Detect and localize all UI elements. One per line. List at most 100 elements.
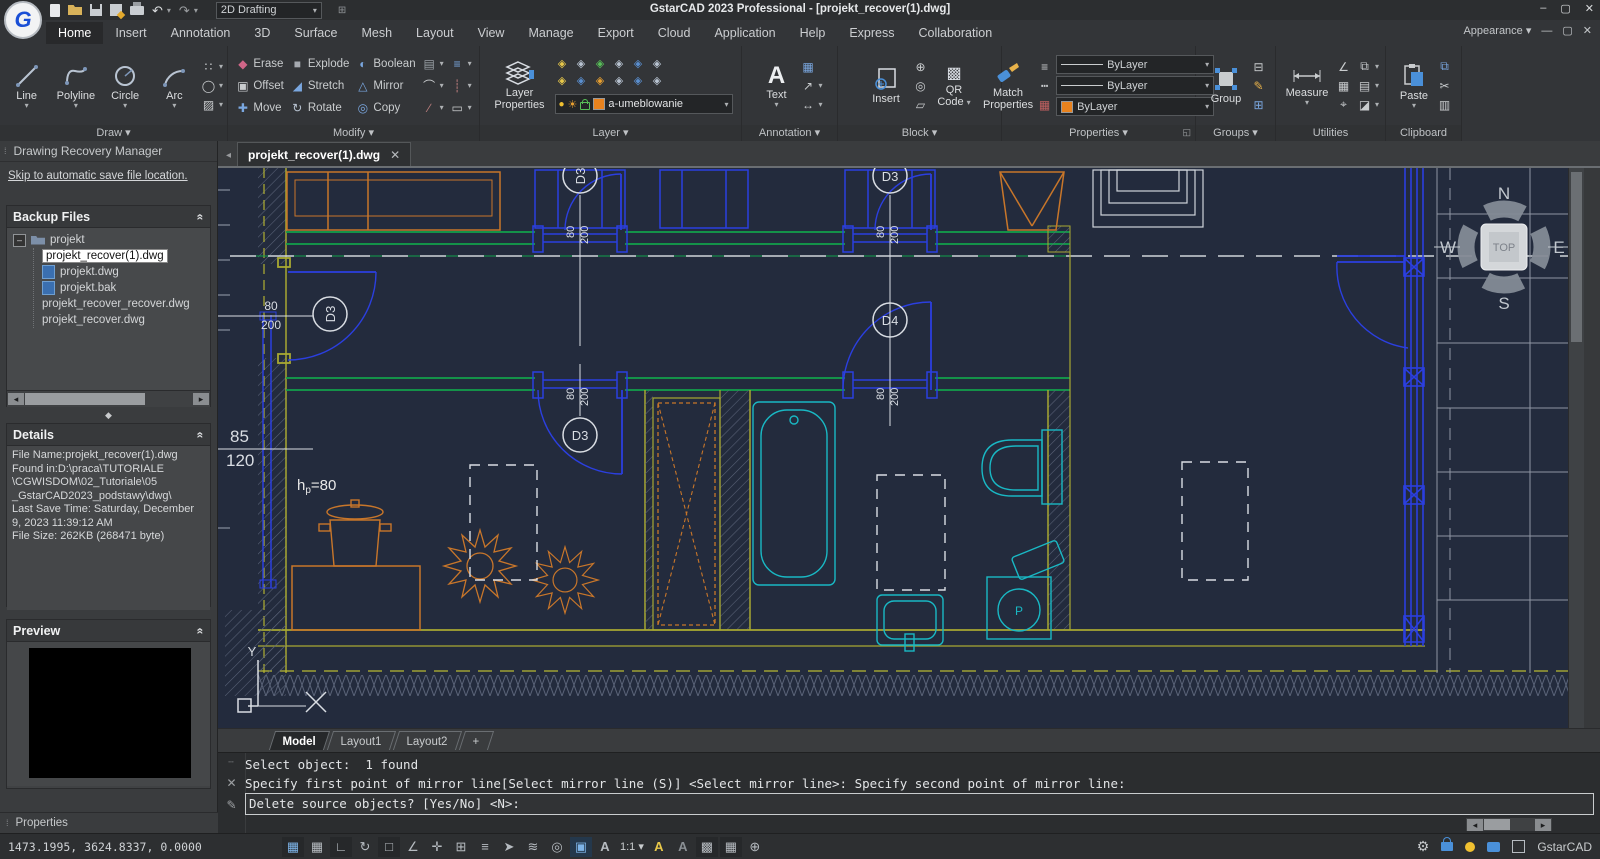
settings-gear-icon[interactable]: ⚙ [1417, 838, 1430, 855]
tab-3d[interactable]: 3D [242, 22, 282, 44]
horizontal-scrollbar[interactable]: ◂ ▸ [7, 390, 210, 407]
lineweight-list-icon[interactable]: ≡ [1037, 60, 1052, 74]
explode-button[interactable]: ■Explode [290, 56, 350, 72]
collapse-icon[interactable]: « [194, 627, 208, 634]
hatch-background-icon[interactable]: ▩ [696, 837, 718, 857]
scale-select[interactable]: 1:1 ▾ [620, 840, 644, 853]
open-file-icon[interactable] [68, 5, 82, 15]
panel-label-draw[interactable]: Draw ▾ [0, 125, 227, 141]
boolean-button[interactable]: ◐Boolean [355, 56, 415, 72]
tree-item[interactable]: projekt_recover_recover.dwg [42, 296, 210, 312]
close-tab-icon[interactable]: ✕ [390, 148, 400, 162]
tree-item[interactable]: projekt.dwg [42, 264, 210, 280]
clean-screen-icon[interactable]: ⊕ [744, 837, 766, 857]
copy-clip-icon[interactable]: ⧉ [1437, 59, 1452, 74]
text-button[interactable]: A Text▾ [756, 64, 796, 107]
match-properties-button[interactable]: Match Properties [983, 60, 1033, 111]
layer-off-icon[interactable]: ◈ [555, 57, 570, 74]
distance-icon[interactable]: ∠ [1336, 60, 1351, 74]
undo-icon[interactable]: ↶ [152, 4, 163, 17]
layer-lock-icon[interactable]: ◈ [593, 74, 608, 91]
tree-item[interactable]: projekt.bak [42, 280, 210, 296]
mirror-button[interactable]: △Mirror [355, 78, 415, 94]
tab-mesh[interactable]: Mesh [349, 22, 404, 44]
panel-label-groups[interactable]: Groups ▾ [1196, 125, 1275, 141]
layer-current-icon[interactable]: ◈ [612, 74, 627, 91]
properties-collapsed-bar[interactable]: ⁞ Properties [0, 812, 218, 833]
calculator-icon[interactable]: ▦ [1336, 79, 1351, 93]
collapse-node-icon[interactable]: – [13, 234, 26, 247]
save-as-icon[interactable] [110, 4, 122, 16]
close-button[interactable]: ✕ [1585, 2, 1594, 15]
color-list-icon[interactable]: ▦ [1037, 98, 1052, 112]
tab-layout1[interactable]: Layout1 [327, 731, 396, 750]
scroll-right-icon[interactable]: ▸ [193, 393, 209, 405]
align-dropdown[interactable]: ≡▾ [450, 56, 472, 72]
point-tools-icon[interactable]: ∷ [201, 60, 216, 74]
scale-dropdown[interactable]: ▭▾ [450, 100, 472, 116]
erase-button[interactable]: ◆Erase [235, 56, 283, 72]
skip-autosave-link[interactable]: Skip to automatic save file location. [8, 170, 188, 182]
toolbar-options-icon[interactable]: ⊞ [338, 5, 346, 16]
group-edit-icon[interactable]: ✎ [1251, 79, 1266, 93]
tab-cloud[interactable]: Cloud [646, 22, 703, 44]
lineweight-toggle-icon[interactable]: ≡ [474, 837, 496, 857]
isolate-objects-icon[interactable]: ≋ [522, 837, 544, 857]
layer-match-icon[interactable]: ◈ [574, 74, 589, 91]
polyline-button[interactable]: Polyline▾ [53, 63, 98, 108]
redo-icon[interactable]: ↷ [179, 4, 190, 17]
ui-lock-icon[interactable] [1441, 842, 1453, 851]
paste-special-icon[interactable]: ▤ [1357, 79, 1372, 93]
feedback-chat-icon[interactable] [1487, 842, 1500, 852]
id-point-icon[interactable]: ⌖ [1336, 97, 1351, 112]
layer-on-icon[interactable]: ◈ [631, 57, 646, 74]
doc-restore-button[interactable]: ▢ [1562, 24, 1572, 37]
doc-minimize-button[interactable]: — [1541, 25, 1552, 37]
tab-home[interactable]: Home [46, 22, 103, 44]
layer-copy-icon[interactable]: ◈ [631, 74, 646, 91]
panel-label-properties[interactable]: Properties ▾◱ [1002, 125, 1195, 141]
doc-close-button[interactable]: ✕ [1583, 24, 1592, 37]
close-commandline-icon[interactable]: ✕ [226, 776, 236, 790]
trim-dropdown[interactable]: ∕▾ [422, 100, 444, 116]
dynamic-ucs-icon[interactable]: ⊞ [450, 837, 472, 857]
edit-icon[interactable]: ✎ [226, 798, 236, 812]
panel-label-clipboard[interactable]: Clipboard [1386, 125, 1461, 141]
define-attribute-icon[interactable]: ⊕ [913, 60, 928, 74]
document-tab[interactable]: projekt_recover(1).dwg ✕ [237, 142, 411, 166]
tab-scroll-left-icon[interactable]: ◂ [218, 150, 237, 166]
layer-walk-icon[interactable]: ◈ [650, 57, 665, 74]
annotation-visibility-icon[interactable]: A [648, 837, 670, 857]
polar-tracking-icon[interactable]: ↻ [354, 837, 376, 857]
fillet-dropdown[interactable]: ⌒▾ [422, 78, 444, 94]
collapse-icon[interactable]: « [194, 431, 208, 438]
tab-new-layout[interactable]: + [459, 731, 494, 750]
stretch-button[interactable]: ◢Stretch [290, 78, 350, 94]
app-logo-icon[interactable]: G [4, 1, 42, 39]
restore-button[interactable]: ▢ [1560, 2, 1570, 15]
canvas-vscrollbar[interactable] [1568, 168, 1585, 728]
paste-button[interactable]: Paste▾ [1395, 63, 1433, 108]
block-editor-icon[interactable]: ◎ [913, 79, 928, 93]
tab-manage[interactable]: Manage [516, 22, 585, 44]
details-header[interactable]: Details « [7, 424, 210, 446]
table-cells-icon[interactable]: ▦ [720, 837, 742, 857]
copy-button[interactable]: ◎Copy [355, 100, 415, 116]
panel-splitter[interactable]: ◆ [0, 409, 217, 421]
move-button[interactable]: ✚Move [235, 100, 283, 116]
panel-label-utilities[interactable]: Utilities [1276, 125, 1385, 141]
tab-collaboration[interactable]: Collaboration [906, 22, 1004, 44]
tab-view[interactable]: View [466, 22, 517, 44]
table-icon[interactable]: ▦ [800, 60, 815, 74]
scroll-left-icon[interactable]: ◂ [8, 393, 24, 405]
layer-thaw-icon[interactable]: ◈ [555, 74, 570, 91]
insert-button[interactable]: Insert [863, 66, 909, 105]
offset-button[interactable]: ▣Offset [235, 78, 283, 94]
tree-root-folder[interactable]: – projekt [13, 232, 210, 248]
array-dropdown[interactable]: ▤▾ [422, 56, 444, 72]
preview-header[interactable]: Preview « [7, 620, 210, 642]
save-icon[interactable] [90, 4, 102, 16]
hatch-tools-icon[interactable]: ▨ [201, 98, 216, 112]
tab-layout2[interactable]: Layout2 [393, 731, 462, 750]
tab-application[interactable]: Application [702, 22, 787, 44]
